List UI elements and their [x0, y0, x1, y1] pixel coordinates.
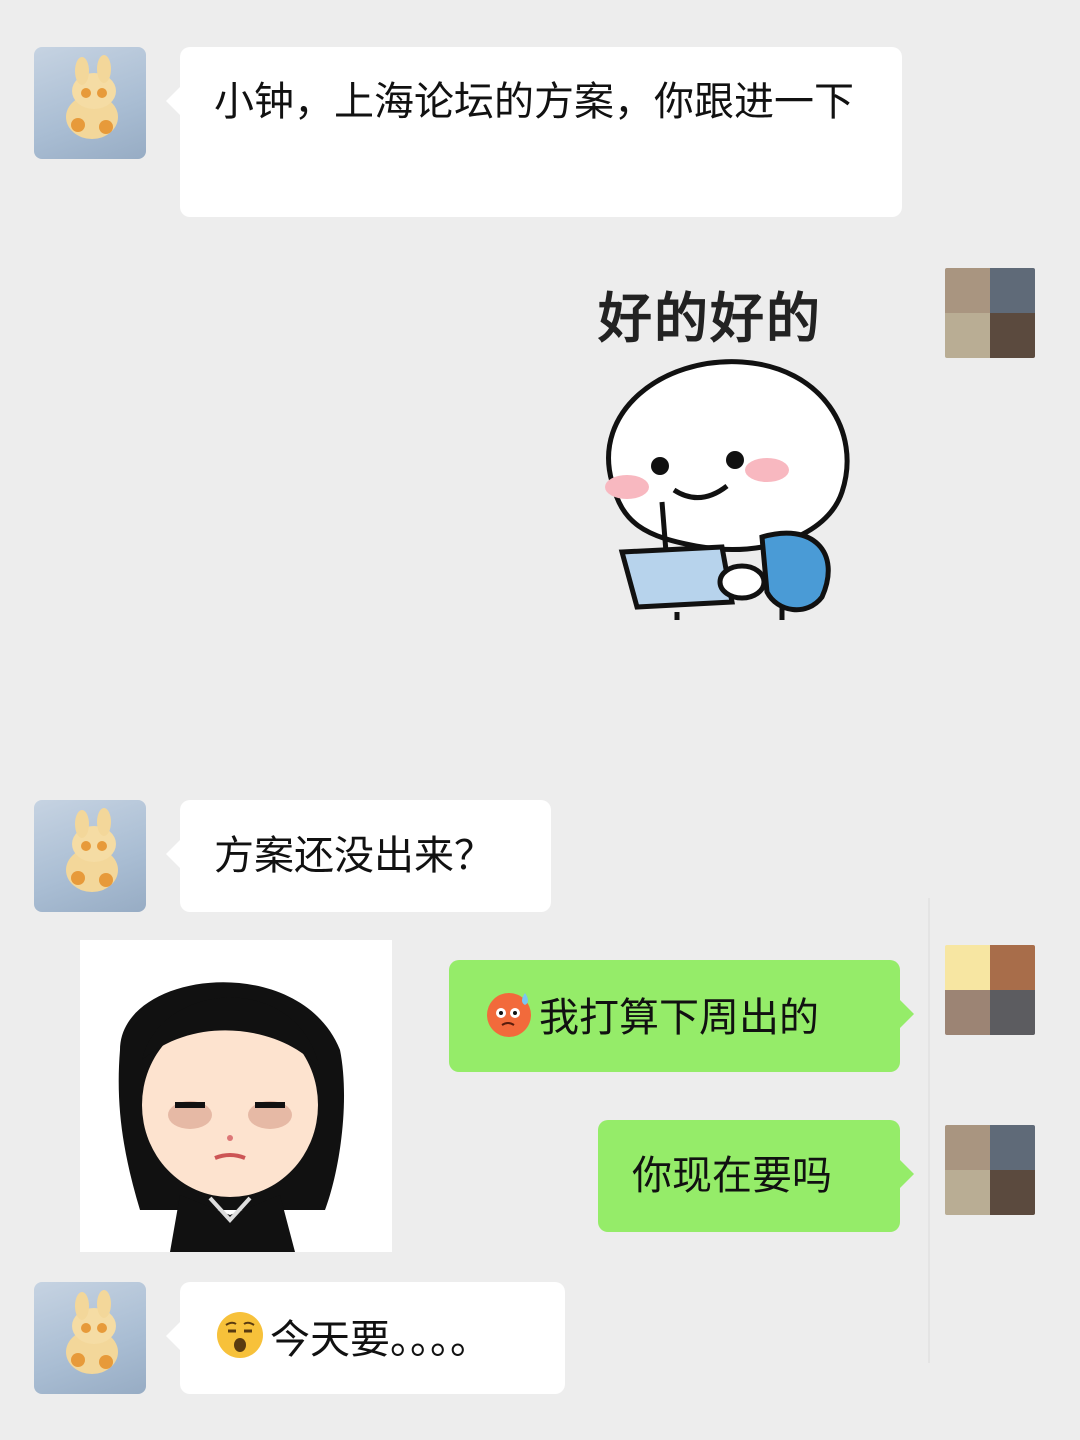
contact-avatar[interactable]	[34, 800, 146, 912]
contact-avatar[interactable]	[34, 47, 146, 159]
sleepy-face-icon	[214, 1309, 266, 1377]
plush-bunny-icon	[66, 1290, 118, 1374]
sticker-image[interactable]	[80, 940, 392, 1252]
message-bubble-right[interactable]: 你现在要吗	[598, 1120, 914, 1232]
message-bubble-left[interactable]: 今天要。。。。	[166, 1282, 565, 1394]
message-text: 我打算下周出的	[539, 995, 819, 1041]
self-avatar[interactable]	[945, 268, 1035, 358]
message-text: 你现在要吗	[632, 1153, 832, 1199]
message-bubble-left[interactable]: 小钟，上海论坛的方案，你跟进一下	[166, 47, 902, 217]
sticker-image[interactable]	[582, 352, 852, 626]
message-text: 今天要。。。。	[270, 1317, 490, 1363]
message-bubble-left[interactable]: 方案还没出来？	[166, 800, 551, 912]
sticker-caption: 好的好的	[598, 287, 822, 350]
plush-bunny-icon	[66, 55, 118, 139]
happy-bun-tablet-sticker-icon	[605, 359, 850, 620]
sweat-angry-face-icon	[483, 987, 535, 1055]
plush-bunny-icon	[66, 808, 118, 892]
message-text: 小钟，上海论坛的方案，你跟进一下	[214, 79, 854, 125]
self-avatar[interactable]	[945, 1125, 1035, 1215]
tired-girl-sticker-icon	[118, 982, 345, 1252]
panel-divider	[928, 898, 930, 1363]
self-avatar-alt[interactable]	[945, 945, 1035, 1035]
contact-avatar[interactable]	[34, 1282, 146, 1394]
message-text: 方案还没出来？	[214, 833, 494, 879]
message-bubble-right[interactable]: 我打算下周出的	[449, 960, 914, 1072]
